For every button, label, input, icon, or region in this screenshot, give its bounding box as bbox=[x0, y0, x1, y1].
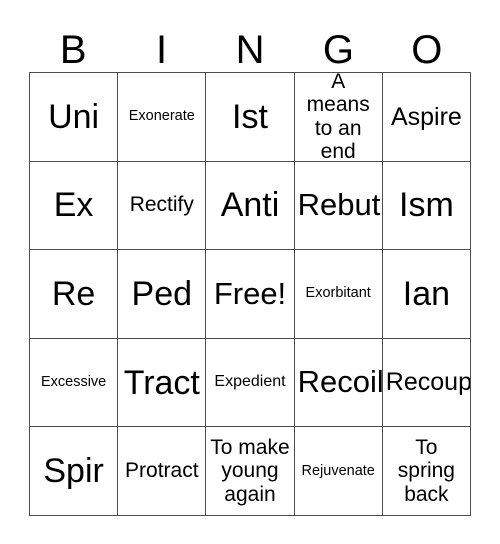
bingo-cell-text: Protract bbox=[125, 459, 199, 483]
bingo-cell-text: Rejuvenate bbox=[301, 462, 375, 479]
bingo-header-letter-g: G bbox=[322, 28, 354, 72]
bingo-header-letter-b: B bbox=[59, 28, 87, 72]
bingo-cell-text: Rebut bbox=[297, 186, 381, 222]
bingo-cell-b2[interactable]: Ex bbox=[30, 161, 119, 251]
bingo-cell-text: Ped bbox=[131, 274, 193, 313]
bingo-cell-i3[interactable]: Ped bbox=[118, 250, 207, 339]
bingo-cell-text: Recoil bbox=[297, 364, 383, 400]
bingo-cell-b5[interactable]: Spir bbox=[30, 427, 119, 516]
bingo-cell-text: To make young again bbox=[210, 435, 290, 506]
bingo-cell-i4[interactable]: Tract bbox=[118, 338, 207, 428]
bingo-header-letter-n: N bbox=[235, 28, 265, 72]
bingo-cell-b3[interactable]: Re bbox=[30, 250, 119, 339]
bingo-cell-text: Recoup bbox=[385, 368, 471, 397]
bingo-cell-text: Aspire bbox=[390, 102, 462, 131]
bingo-cell-text: Exorbitant bbox=[305, 285, 371, 302]
bingo-cell-text: Re bbox=[51, 274, 96, 313]
bingo-header-letter-o: O bbox=[411, 28, 443, 72]
bingo-cell-b1[interactable]: Uni bbox=[30, 73, 119, 162]
bingo-cell-o5[interactable]: To spring back bbox=[382, 427, 471, 516]
bingo-grid: Uni Exonerate Ist A means to an end Aspi… bbox=[29, 72, 471, 516]
bingo-header-letter-i: I bbox=[156, 28, 168, 72]
bingo-cell-n2[interactable]: Anti bbox=[206, 161, 295, 251]
bingo-cell-text: Ist bbox=[232, 97, 268, 136]
bingo-cell-text: Anti bbox=[220, 186, 280, 225]
bingo-cell-i1[interactable]: Exonerate bbox=[118, 73, 207, 162]
bingo-cell-g2[interactable]: Rebut bbox=[294, 161, 383, 251]
bingo-cell-text: Excessive bbox=[40, 373, 107, 390]
bingo-cell-text: Ian bbox=[402, 274, 451, 313]
bingo-cell-text: Ex bbox=[53, 186, 94, 225]
bingo-cell-o2[interactable]: Ism bbox=[382, 161, 471, 251]
bingo-cell-g3[interactable]: Exorbitant bbox=[294, 250, 383, 339]
bingo-cell-text: To spring back bbox=[397, 435, 455, 506]
bingo-cell-text: Spir bbox=[43, 452, 104, 491]
bingo-cell-n5[interactable]: To make young again bbox=[206, 427, 295, 516]
bingo-card: B I N G O Uni Exonerate Ist A means to a… bbox=[0, 0, 500, 544]
bingo-cell-text: Ism bbox=[399, 186, 454, 225]
bingo-cell-g1[interactable]: A means to an end bbox=[294, 73, 383, 162]
bingo-cell-text: Exonerate bbox=[128, 108, 195, 125]
bingo-cell-o4[interactable]: Recoup bbox=[382, 338, 471, 428]
bingo-cell-o3[interactable]: Ian bbox=[382, 250, 471, 339]
bingo-cell-free-space[interactable]: Free! bbox=[206, 250, 295, 339]
bingo-header-row: B I N G O bbox=[29, 8, 471, 72]
bingo-cell-o1[interactable]: Aspire bbox=[382, 73, 471, 162]
bingo-cell-text: Rectify bbox=[129, 193, 194, 217]
bingo-cell-text: Expedient bbox=[214, 373, 286, 391]
bingo-cell-n1[interactable]: Ist bbox=[206, 73, 295, 162]
bingo-cell-i2[interactable]: Rectify bbox=[118, 161, 207, 251]
bingo-cell-text: Free! bbox=[213, 275, 287, 311]
bingo-cell-text: Tract bbox=[123, 363, 200, 402]
bingo-cell-n4[interactable]: Expedient bbox=[206, 338, 295, 428]
bingo-cell-g4[interactable]: Recoil bbox=[294, 338, 383, 428]
bingo-cell-text: Uni bbox=[48, 97, 100, 136]
bingo-cell-i5[interactable]: Protract bbox=[118, 427, 207, 516]
bingo-cell-text: A means to an end bbox=[306, 73, 370, 162]
bingo-cell-g5[interactable]: Rejuvenate bbox=[294, 427, 383, 516]
bingo-cell-b4[interactable]: Excessive bbox=[30, 338, 119, 428]
